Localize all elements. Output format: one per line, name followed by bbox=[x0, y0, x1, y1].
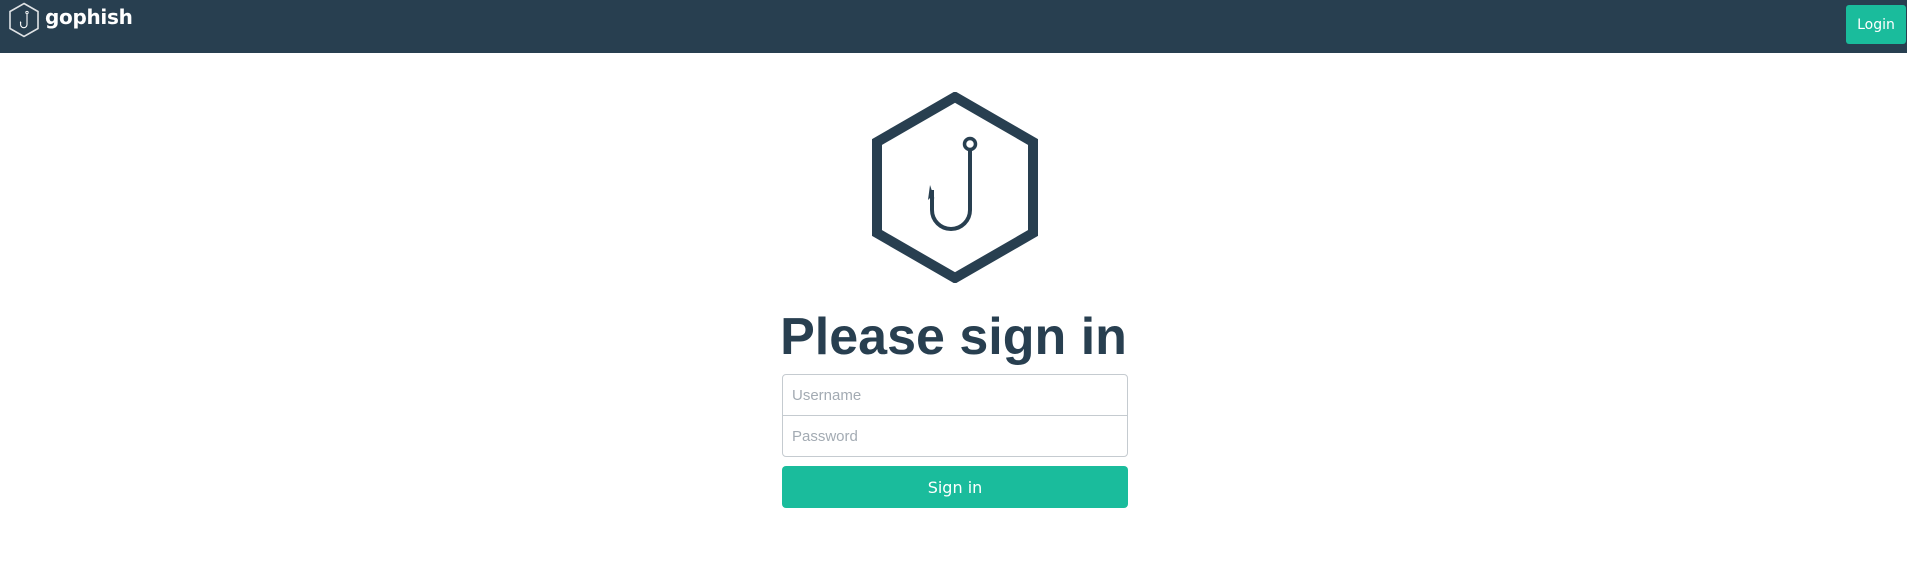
hexagon-hook-icon bbox=[872, 92, 1038, 283]
login-form: Sign in bbox=[782, 374, 1128, 508]
brand-name: gophish bbox=[45, 5, 133, 29]
hexagon-hook-icon bbox=[9, 2, 39, 38]
page-title: Please sign in bbox=[780, 308, 1127, 366]
top-navbar: gophish Login bbox=[0, 0, 1907, 53]
password-input[interactable] bbox=[782, 415, 1128, 457]
brand-link[interactable]: gophish bbox=[7, 2, 133, 38]
login-button[interactable]: Login bbox=[1846, 5, 1906, 44]
sign-in-button[interactable]: Sign in bbox=[782, 466, 1128, 508]
username-input[interactable] bbox=[782, 374, 1128, 416]
